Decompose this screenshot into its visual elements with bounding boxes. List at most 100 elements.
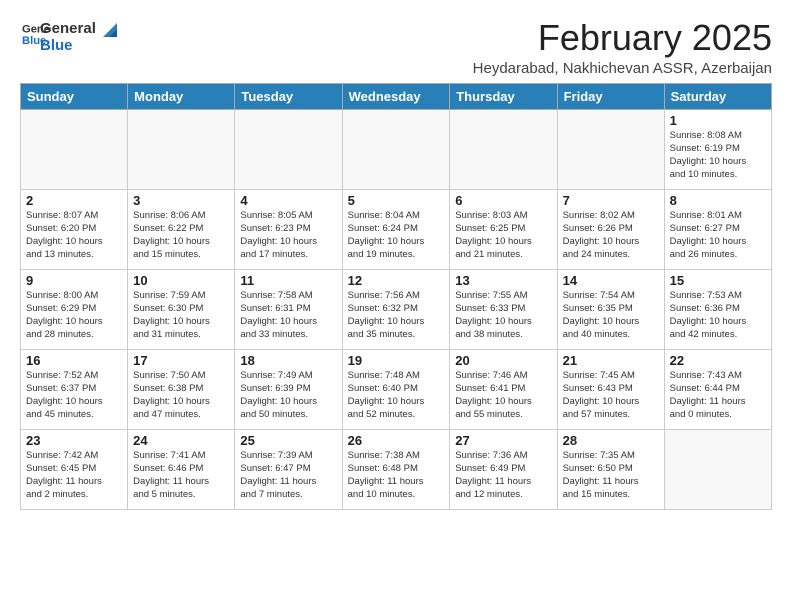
day-number: 23 [26,433,122,448]
calendar-cell-w4-d0: 23Sunrise: 7:42 AM Sunset: 6:45 PM Dayli… [21,429,128,509]
calendar-cell-w2-d4: 13Sunrise: 7:55 AM Sunset: 6:33 PM Dayli… [450,269,557,349]
day-number: 16 [26,353,122,368]
day-info: Sunrise: 8:01 AM Sunset: 6:27 PM Dayligh… [670,209,766,262]
logo-general: General [40,20,96,37]
day-number: 19 [348,353,445,368]
calendar-cell-w3-d4: 20Sunrise: 7:46 AM Sunset: 6:41 PM Dayli… [450,349,557,429]
calendar-cell-w3-d1: 17Sunrise: 7:50 AM Sunset: 6:38 PM Dayli… [128,349,235,429]
day-info: Sunrise: 7:35 AM Sunset: 6:50 PM Dayligh… [563,449,659,502]
calendar-cell-w0-d6: 1Sunrise: 8:08 AM Sunset: 6:19 PM Daylig… [664,109,771,189]
calendar-cell-w4-d2: 25Sunrise: 7:39 AM Sunset: 6:47 PM Dayli… [235,429,342,509]
day-info: Sunrise: 7:43 AM Sunset: 6:44 PM Dayligh… [670,369,766,422]
week-row-2: 9Sunrise: 8:00 AM Sunset: 6:29 PM Daylig… [21,269,772,349]
day-number: 17 [133,353,229,368]
calendar-cell-w0-d3 [342,109,450,189]
day-number: 26 [348,433,445,448]
day-number: 7 [563,193,659,208]
col-thursday: Thursday [450,83,557,109]
calendar-cell-w1-d3: 5Sunrise: 8:04 AM Sunset: 6:24 PM Daylig… [342,189,450,269]
day-info: Sunrise: 8:08 AM Sunset: 6:19 PM Dayligh… [670,129,766,182]
day-number: 6 [455,193,551,208]
day-number: 20 [455,353,551,368]
calendar-cell-w1-d2: 4Sunrise: 8:05 AM Sunset: 6:23 PM Daylig… [235,189,342,269]
col-wednesday: Wednesday [342,83,450,109]
calendar-cell-w2-d5: 14Sunrise: 7:54 AM Sunset: 6:35 PM Dayli… [557,269,664,349]
day-number: 27 [455,433,551,448]
week-row-4: 23Sunrise: 7:42 AM Sunset: 6:45 PM Dayli… [21,429,772,509]
calendar-cell-w4-d6 [664,429,771,509]
day-number: 15 [670,273,766,288]
day-info: Sunrise: 8:05 AM Sunset: 6:23 PM Dayligh… [240,209,336,262]
day-number: 12 [348,273,445,288]
calendar-cell-w4-d5: 28Sunrise: 7:35 AM Sunset: 6:50 PM Dayli… [557,429,664,509]
day-number: 1 [670,113,766,128]
calendar-cell-w0-d1 [128,109,235,189]
day-info: Sunrise: 7:38 AM Sunset: 6:48 PM Dayligh… [348,449,445,502]
calendar-cell-w3-d5: 21Sunrise: 7:45 AM Sunset: 6:43 PM Dayli… [557,349,664,429]
logo: General Blue General Blue [20,18,121,55]
day-info: Sunrise: 8:02 AM Sunset: 6:26 PM Dayligh… [563,209,659,262]
calendar-cell-w4-d3: 26Sunrise: 7:38 AM Sunset: 6:48 PM Dayli… [342,429,450,509]
day-number: 18 [240,353,336,368]
day-info: Sunrise: 8:07 AM Sunset: 6:20 PM Dayligh… [26,209,122,262]
col-sunday: Sunday [21,83,128,109]
col-friday: Friday [557,83,664,109]
calendar-cell-w3-d2: 18Sunrise: 7:49 AM Sunset: 6:39 PM Dayli… [235,349,342,429]
calendar-cell-w2-d6: 15Sunrise: 7:53 AM Sunset: 6:36 PM Dayli… [664,269,771,349]
calendar-cell-w2-d1: 10Sunrise: 7:59 AM Sunset: 6:30 PM Dayli… [128,269,235,349]
calendar-cell-w4-d1: 24Sunrise: 7:41 AM Sunset: 6:46 PM Dayli… [128,429,235,509]
day-number: 21 [563,353,659,368]
day-info: Sunrise: 7:56 AM Sunset: 6:32 PM Dayligh… [348,289,445,342]
title-block: February 2025 Heydarabad, Nakhichevan AS… [473,18,772,77]
week-row-0: 1Sunrise: 8:08 AM Sunset: 6:19 PM Daylig… [21,109,772,189]
col-monday: Monday [128,83,235,109]
col-saturday: Saturday [664,83,771,109]
day-number: 14 [563,273,659,288]
day-number: 24 [133,433,229,448]
calendar-cell-w2-d2: 11Sunrise: 7:58 AM Sunset: 6:31 PM Dayli… [235,269,342,349]
calendar-cell-w3-d0: 16Sunrise: 7:52 AM Sunset: 6:37 PM Dayli… [21,349,128,429]
calendar-cell-w0-d4 [450,109,557,189]
day-info: Sunrise: 7:36 AM Sunset: 6:49 PM Dayligh… [455,449,551,502]
day-info: Sunrise: 7:55 AM Sunset: 6:33 PM Dayligh… [455,289,551,342]
day-info: Sunrise: 7:49 AM Sunset: 6:39 PM Dayligh… [240,369,336,422]
day-number: 22 [670,353,766,368]
day-number: 8 [670,193,766,208]
day-number: 25 [240,433,336,448]
calendar-cell-w1-d0: 2Sunrise: 8:07 AM Sunset: 6:20 PM Daylig… [21,189,128,269]
week-row-1: 2Sunrise: 8:07 AM Sunset: 6:20 PM Daylig… [21,189,772,269]
day-info: Sunrise: 7:50 AM Sunset: 6:38 PM Dayligh… [133,369,229,422]
day-number: 5 [348,193,445,208]
location-title: Heydarabad, Nakhichevan ASSR, Azerbaijan [473,60,772,77]
calendar: Sunday Monday Tuesday Wednesday Thursday… [20,83,772,510]
day-info: Sunrise: 7:39 AM Sunset: 6:47 PM Dayligh… [240,449,336,502]
day-info: Sunrise: 7:53 AM Sunset: 6:36 PM Dayligh… [670,289,766,342]
day-info: Sunrise: 7:52 AM Sunset: 6:37 PM Dayligh… [26,369,122,422]
day-info: Sunrise: 7:42 AM Sunset: 6:45 PM Dayligh… [26,449,122,502]
logo-triangle-icon [99,19,121,41]
logo-blue: Blue [40,37,96,54]
month-title: February 2025 [473,18,772,58]
day-info: Sunrise: 7:58 AM Sunset: 6:31 PM Dayligh… [240,289,336,342]
calendar-cell-w3-d6: 22Sunrise: 7:43 AM Sunset: 6:44 PM Dayli… [664,349,771,429]
day-info: Sunrise: 7:48 AM Sunset: 6:40 PM Dayligh… [348,369,445,422]
day-info: Sunrise: 8:06 AM Sunset: 6:22 PM Dayligh… [133,209,229,262]
calendar-cell-w1-d1: 3Sunrise: 8:06 AM Sunset: 6:22 PM Daylig… [128,189,235,269]
day-info: Sunrise: 7:46 AM Sunset: 6:41 PM Dayligh… [455,369,551,422]
day-info: Sunrise: 8:00 AM Sunset: 6:29 PM Dayligh… [26,289,122,342]
day-info: Sunrise: 8:04 AM Sunset: 6:24 PM Dayligh… [348,209,445,262]
day-number: 9 [26,273,122,288]
day-info: Sunrise: 7:54 AM Sunset: 6:35 PM Dayligh… [563,289,659,342]
day-number: 10 [133,273,229,288]
calendar-cell-w2-d0: 9Sunrise: 8:00 AM Sunset: 6:29 PM Daylig… [21,269,128,349]
day-info: Sunrise: 7:45 AM Sunset: 6:43 PM Dayligh… [563,369,659,422]
calendar-cell-w3-d3: 19Sunrise: 7:48 AM Sunset: 6:40 PM Dayli… [342,349,450,429]
day-number: 4 [240,193,336,208]
page: General Blue General Blue February 2025 … [0,0,792,612]
calendar-cell-w0-d0 [21,109,128,189]
calendar-cell-w1-d6: 8Sunrise: 8:01 AM Sunset: 6:27 PM Daylig… [664,189,771,269]
day-info: Sunrise: 7:59 AM Sunset: 6:30 PM Dayligh… [133,289,229,342]
day-info: Sunrise: 7:41 AM Sunset: 6:46 PM Dayligh… [133,449,229,502]
calendar-cell-w2-d3: 12Sunrise: 7:56 AM Sunset: 6:32 PM Dayli… [342,269,450,349]
day-info: Sunrise: 8:03 AM Sunset: 6:25 PM Dayligh… [455,209,551,262]
